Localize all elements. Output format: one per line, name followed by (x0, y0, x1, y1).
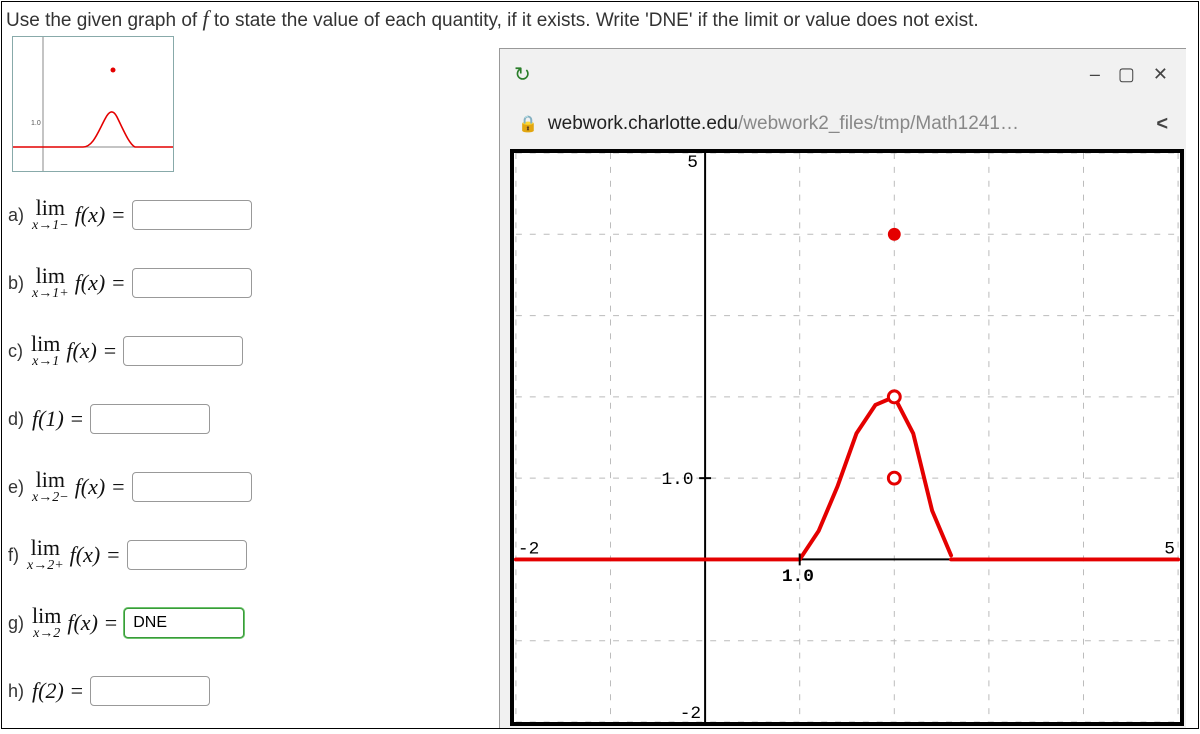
limit-a: lim x→1− (32, 198, 69, 232)
question-h: h) f(2) = (8, 666, 252, 716)
question-a: a) lim x→1− f(x) = (8, 190, 252, 240)
graph-canvas: 5 -2 -2 5 1.0 1.0 (514, 153, 1180, 722)
label-g: g) (8, 613, 24, 634)
label-b: b) (8, 273, 24, 294)
maximize-icon[interactable]: ▢ (1118, 64, 1135, 85)
label-d: d) (8, 409, 24, 430)
answer-g[interactable] (124, 608, 244, 638)
limit-c: lim x→1 (31, 334, 60, 368)
label-a: a) (8, 205, 24, 226)
answer-d[interactable] (90, 404, 210, 434)
instruction-pre: Use the given graph of (6, 10, 202, 31)
svg-text:-2: -2 (680, 704, 701, 722)
question-list: a) lim x→1− f(x) = b) lim x→1+ f(x) = c)… (8, 190, 252, 734)
plain-h: f(2) = (32, 678, 84, 704)
svg-text:1.0: 1.0 (31, 120, 41, 127)
close-icon[interactable]: ✕ (1153, 64, 1168, 85)
question-c: c) lim x→1 f(x) = (8, 326, 252, 376)
answer-e[interactable] (132, 472, 252, 502)
question-g: g) lim x→2 f(x) = (8, 598, 252, 648)
question-d: d) f(1) = (8, 394, 252, 444)
lock-icon: 🔒 (518, 114, 538, 134)
popup-url[interactable]: webwork.charlotte.edu/webwork2_files/tmp… (548, 113, 1019, 135)
question-b: b) lim x→1+ f(x) = (8, 258, 252, 308)
graph-canvas-frame: 5 -2 -2 5 1.0 1.0 (510, 149, 1184, 726)
graph-thumbnail[interactable]: 1.0 (12, 36, 174, 172)
plain-d: f(1) = (32, 406, 84, 432)
label-e: e) (8, 477, 24, 498)
limit-f: lim x→2+ (27, 538, 64, 572)
limit-e: lim x→2− (32, 470, 69, 504)
graph-popup-window: ↻ – ▢ ✕ 🔒 webwork.charlotte.edu/webwork2… (499, 48, 1186, 728)
instruction: Use the given graph of f to state the va… (6, 6, 979, 32)
minimize-icon[interactable]: – (1090, 64, 1100, 85)
popup-titlebar: ↻ – ▢ ✕ (500, 49, 1186, 99)
answer-f[interactable] (127, 540, 247, 570)
svg-text:1.0: 1.0 (782, 567, 814, 587)
answer-a[interactable] (132, 200, 252, 230)
answer-h[interactable] (90, 676, 210, 706)
svg-text:5: 5 (1164, 539, 1175, 559)
label-c: c) (8, 341, 23, 362)
label-h: h) (8, 681, 24, 702)
share-icon[interactable]: < (1156, 113, 1168, 136)
question-e: e) lim x→2− f(x) = (8, 462, 252, 512)
svg-text:-2: -2 (518, 539, 539, 559)
answer-b[interactable] (132, 268, 252, 298)
limit-g: lim x→2 (32, 606, 61, 640)
svg-text:1.0: 1.0 (661, 470, 693, 490)
problem-frame: Use the given graph of f to state the va… (1, 1, 1199, 729)
instruction-post: to state the value of each quantity, if … (209, 10, 979, 31)
answer-c[interactable] (123, 336, 243, 366)
label-f: f) (8, 545, 19, 566)
popup-favicon-icon: ↻ (514, 62, 531, 87)
popup-address-bar: 🔒 webwork.charlotte.edu/webwork2_files/t… (500, 99, 1186, 149)
question-f: f) lim x→2+ f(x) = (8, 530, 252, 580)
limit-b: lim x→1+ (32, 266, 69, 300)
svg-text:5: 5 (687, 153, 698, 173)
